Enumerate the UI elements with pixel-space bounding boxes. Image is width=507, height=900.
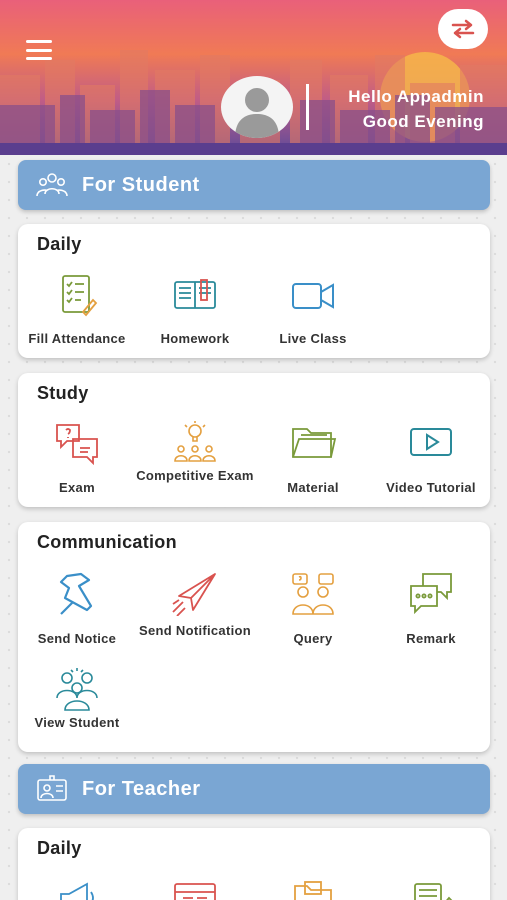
- for-student-banner: For Student: [18, 160, 490, 210]
- send-notification-label: Send Notification: [139, 623, 251, 638]
- homework-button[interactable]: Homework: [136, 274, 254, 346]
- communication-title: Communication: [37, 532, 177, 552]
- homework-label: Homework: [160, 331, 230, 346]
- student-daily-card: Daily Fill Attendance Homework Live Clas…: [18, 224, 490, 358]
- teacher-schedule-button[interactable]: [136, 878, 254, 900]
- teacher-daily-card: Daily: [18, 828, 490, 900]
- send-notice-label: Send Notice: [37, 631, 117, 646]
- swap-arrows-icon: [451, 19, 475, 39]
- remark-button[interactable]: Remark: [372, 572, 490, 646]
- video-camera-icon: [292, 283, 334, 309]
- schedule-board-icon: [174, 883, 216, 900]
- header-divider: [306, 84, 309, 130]
- teacher-board-icon: [37, 775, 67, 801]
- fill-attendance-button[interactable]: Fill Attendance: [18, 274, 136, 346]
- exam-chat-icon: [56, 424, 98, 465]
- material-label: Material: [287, 480, 339, 495]
- teacher-folder-icon: [294, 881, 332, 900]
- teacher-folder-button[interactable]: [254, 878, 372, 900]
- app-header: Hello Appadmin Good Evening: [0, 0, 507, 155]
- teacher-megaphone-button[interactable]: [18, 878, 136, 900]
- send-notification-button[interactable]: Send Notification: [136, 572, 254, 638]
- pushpin-icon: [59, 572, 93, 615]
- greeting: Hello Appadmin Good Evening: [348, 84, 484, 134]
- competitive-idea-icon: [174, 421, 216, 462]
- study-title: Study: [37, 383, 89, 403]
- play-video-icon: [410, 428, 452, 456]
- live-class-button[interactable]: Live Class: [254, 274, 372, 346]
- notes-pen-icon: [414, 883, 453, 900]
- megaphone-icon: [60, 882, 94, 900]
- folder-icon: [292, 428, 337, 458]
- send-notice-button[interactable]: Send Notice: [18, 572, 136, 646]
- fill-attendance-label: Fill Attendance: [28, 331, 126, 346]
- view-student-button[interactable]: View Student: [18, 668, 136, 730]
- view-student-label: View Student: [34, 715, 120, 730]
- daily-title: Daily: [37, 234, 82, 254]
- greeting-time: Good Evening: [362, 112, 484, 131]
- speech-bubbles-icon: [410, 573, 452, 615]
- students-group-icon: [36, 173, 68, 197]
- attendance-checklist-icon: [62, 275, 98, 317]
- material-button[interactable]: Material: [254, 421, 372, 495]
- remark-label: Remark: [406, 631, 456, 646]
- exam-button[interactable]: Exam: [18, 421, 136, 495]
- for-teacher-title: For Teacher: [82, 777, 201, 800]
- greeting-name: Hello Appadmin: [348, 87, 484, 106]
- student-communication-card: Communication Send Notice Send Notificat…: [18, 522, 490, 752]
- paper-plane-icon: [172, 573, 216, 616]
- competitive-exam-button[interactable]: Competitive Exam: [136, 421, 254, 483]
- exam-label: Exam: [59, 480, 95, 495]
- person-silhouette-icon: [235, 88, 279, 138]
- for-student-title: For Student: [82, 173, 200, 196]
- user-avatar[interactable]: [221, 76, 293, 138]
- hamburger-menu-icon[interactable]: [26, 40, 52, 60]
- video-tutorial-label: Video Tutorial: [386, 480, 476, 495]
- video-tutorial-button[interactable]: Video Tutorial: [372, 421, 490, 495]
- switch-role-button[interactable]: [438, 9, 488, 49]
- student-study-card: Study Exam Competitive Exam Material Vid…: [18, 373, 490, 507]
- student-group-icon: [56, 668, 98, 711]
- query-button[interactable]: Query: [254, 572, 372, 646]
- teacher-notes-button[interactable]: [372, 878, 490, 900]
- book-icon: [174, 279, 216, 309]
- for-teacher-banner: For Teacher: [18, 764, 490, 814]
- competitive-exam-label: Competitive Exam: [136, 468, 254, 483]
- teacher-daily-title: Daily: [37, 838, 82, 858]
- live-class-label: Live Class: [279, 331, 347, 346]
- query-people-icon: [292, 573, 334, 615]
- query-label: Query: [293, 631, 333, 646]
